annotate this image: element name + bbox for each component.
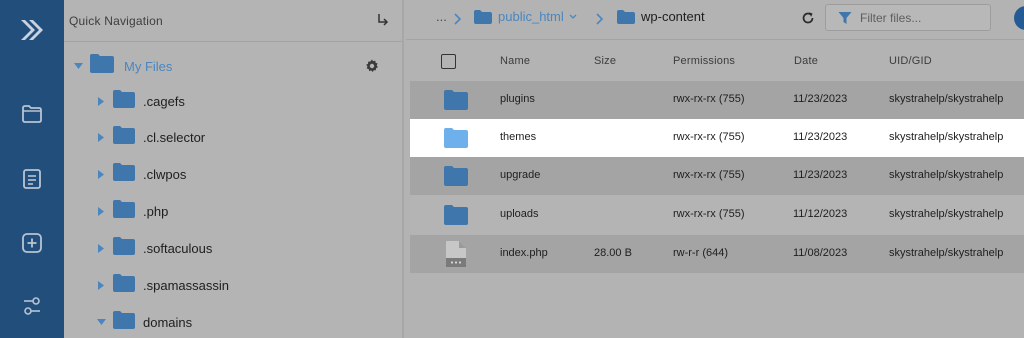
folder-icon[interactable] bbox=[18, 100, 46, 128]
folder-icon bbox=[444, 90, 468, 110]
file-owner: skystrahelp/skystrahelp bbox=[889, 208, 1004, 220]
breadcrumb-ellipsis[interactable]: ... bbox=[436, 9, 447, 24]
folder-icon bbox=[90, 54, 114, 78]
logo-chevrons-icon[interactable] bbox=[18, 16, 46, 44]
file-owner: skystrahelp/skystrahelp bbox=[889, 169, 1004, 181]
folder-icon bbox=[113, 273, 135, 297]
avatar[interactable] bbox=[1014, 6, 1024, 30]
file-date: 11/23/2023 bbox=[793, 131, 848, 143]
table-row[interactable]: uploads rwx-rx-rx (755) 11/12/2023 skyst… bbox=[410, 196, 1024, 234]
file-owner: skystrahelp/skystrahelp bbox=[889, 131, 1004, 143]
file-name[interactable]: plugins bbox=[500, 93, 535, 105]
file-permissions: rw-r-r (644) bbox=[673, 247, 728, 259]
folder-icon bbox=[113, 236, 135, 260]
select-all-checkbox[interactable] bbox=[441, 54, 456, 69]
tree-item-label: .php bbox=[143, 203, 169, 219]
file-size: 28.00 B bbox=[594, 247, 632, 259]
file-date: 11/23/2023 bbox=[793, 169, 848, 181]
table-row[interactable]: plugins rwx-rx-rx (755) 11/23/2023 skyst… bbox=[410, 81, 1024, 119]
tree-item-label: .cagefs bbox=[143, 93, 185, 109]
tree-item-label: domains bbox=[143, 314, 193, 330]
tree-item[interactable]: .clwpos bbox=[64, 159, 402, 189]
filter-input[interactable] bbox=[860, 10, 980, 25]
tree-item[interactable]: domains bbox=[64, 307, 402, 337]
refresh-icon[interactable] bbox=[801, 11, 815, 25]
file-name[interactable]: uploads bbox=[500, 208, 539, 220]
file-name[interactable]: themes bbox=[500, 131, 536, 143]
folder-open-icon bbox=[113, 310, 135, 334]
file-permissions: rwx-rx-rx (755) bbox=[673, 169, 745, 181]
folder-icon bbox=[113, 199, 135, 223]
chevron-right-icon bbox=[454, 12, 462, 25]
folder-icon bbox=[113, 125, 135, 149]
tree-item[interactable]: .cagefs bbox=[64, 86, 402, 116]
file-owner: skystrahelp/skystrahelp bbox=[889, 247, 1004, 259]
file-name[interactable]: upgrade bbox=[500, 169, 540, 181]
file-date: 11/12/2023 bbox=[793, 208, 848, 220]
settings-sliders-icon[interactable] bbox=[18, 292, 46, 320]
table-row-selected[interactable]: themes rwx-rx-rx (755) 11/23/2023 skystr… bbox=[410, 119, 1024, 157]
folder-icon bbox=[113, 162, 135, 186]
breadcrumb-current: wp-content bbox=[641, 9, 705, 24]
file-date: 11/08/2023 bbox=[793, 247, 848, 259]
quick-navigation-panel: Quick Navigation My Files .cagefs .cl.se… bbox=[64, 0, 404, 338]
file-date: 11/23/2023 bbox=[793, 93, 848, 105]
gear-icon[interactable] bbox=[365, 59, 379, 73]
folder-icon bbox=[444, 205, 468, 225]
folder-icon bbox=[474, 10, 492, 24]
folder-icon bbox=[444, 128, 468, 148]
file-name[interactable]: index.php bbox=[500, 247, 548, 259]
chevron-right-icon[interactable] bbox=[96, 280, 106, 290]
file-owner: skystrahelp/skystrahelp bbox=[889, 93, 1004, 105]
filter-funnel-icon bbox=[838, 11, 852, 25]
table-header: Name Size Permissions Date UID/GID bbox=[406, 41, 1024, 81]
table-row[interactable]: index.php 28.00 B rw-r-r (644) 11/08/202… bbox=[410, 235, 1024, 273]
tree-root-my-files[interactable]: My Files bbox=[64, 51, 402, 81]
quick-navigation-title: Quick Navigation bbox=[69, 13, 163, 28]
chevron-down-icon[interactable] bbox=[96, 317, 106, 327]
column-header-name[interactable]: Name bbox=[500, 55, 530, 67]
tree-root-label: My Files bbox=[124, 58, 173, 74]
tree-item[interactable]: .php bbox=[64, 196, 402, 226]
folder-icon bbox=[617, 10, 635, 24]
document-icon[interactable] bbox=[18, 165, 46, 193]
column-header-uid-gid[interactable]: UID/GID bbox=[889, 55, 932, 67]
filter-box[interactable] bbox=[825, 4, 991, 31]
chevron-down-icon[interactable] bbox=[569, 14, 577, 20]
tree-item[interactable]: .spamassassin bbox=[64, 270, 402, 300]
chevron-right-icon[interactable] bbox=[96, 96, 106, 106]
chevron-right-icon[interactable] bbox=[96, 243, 106, 253]
tree-item-label: .cl.selector bbox=[143, 129, 206, 145]
tree-item-label: .spamassassin bbox=[143, 277, 229, 293]
folder-icon bbox=[444, 166, 468, 186]
column-header-size[interactable]: Size bbox=[594, 55, 616, 67]
file-permissions: rwx-rx-rx (755) bbox=[673, 93, 745, 105]
tree-item[interactable]: .softaculous bbox=[64, 233, 402, 263]
tree-item[interactable]: .cl.selector bbox=[64, 122, 402, 152]
column-header-permissions[interactable]: Permissions bbox=[673, 55, 735, 67]
tree-item-label: .clwpos bbox=[143, 166, 187, 182]
chevron-down-icon[interactable] bbox=[73, 61, 83, 71]
file-permissions: rwx-rx-rx (755) bbox=[673, 131, 745, 143]
tree-item-label: .softaculous bbox=[143, 240, 213, 256]
toolbar: ... public_html wp-content bbox=[406, 0, 1024, 40]
chevron-right-icon bbox=[596, 12, 604, 25]
php-file-icon bbox=[446, 241, 470, 267]
chevron-right-icon[interactable] bbox=[96, 206, 106, 216]
breadcrumb-parent-label[interactable]: public_html bbox=[498, 9, 564, 24]
chevron-right-icon[interactable] bbox=[96, 132, 106, 142]
chevron-right-icon[interactable] bbox=[96, 169, 106, 179]
folder-icon bbox=[113, 89, 135, 113]
file-browser: ... public_html wp-content Name Size Per… bbox=[406, 0, 1024, 338]
column-header-date[interactable]: Date bbox=[794, 55, 818, 67]
return-arrow-icon[interactable] bbox=[376, 12, 390, 28]
plus-square-icon[interactable] bbox=[18, 229, 46, 257]
quick-navigation-header: Quick Navigation bbox=[64, 0, 402, 42]
app-rail bbox=[0, 0, 64, 338]
table-row[interactable]: upgrade rwx-rx-rx (755) 11/23/2023 skyst… bbox=[410, 157, 1024, 195]
file-permissions: rwx-rx-rx (755) bbox=[673, 208, 745, 220]
breadcrumb-parent[interactable]: public_html bbox=[498, 9, 577, 24]
